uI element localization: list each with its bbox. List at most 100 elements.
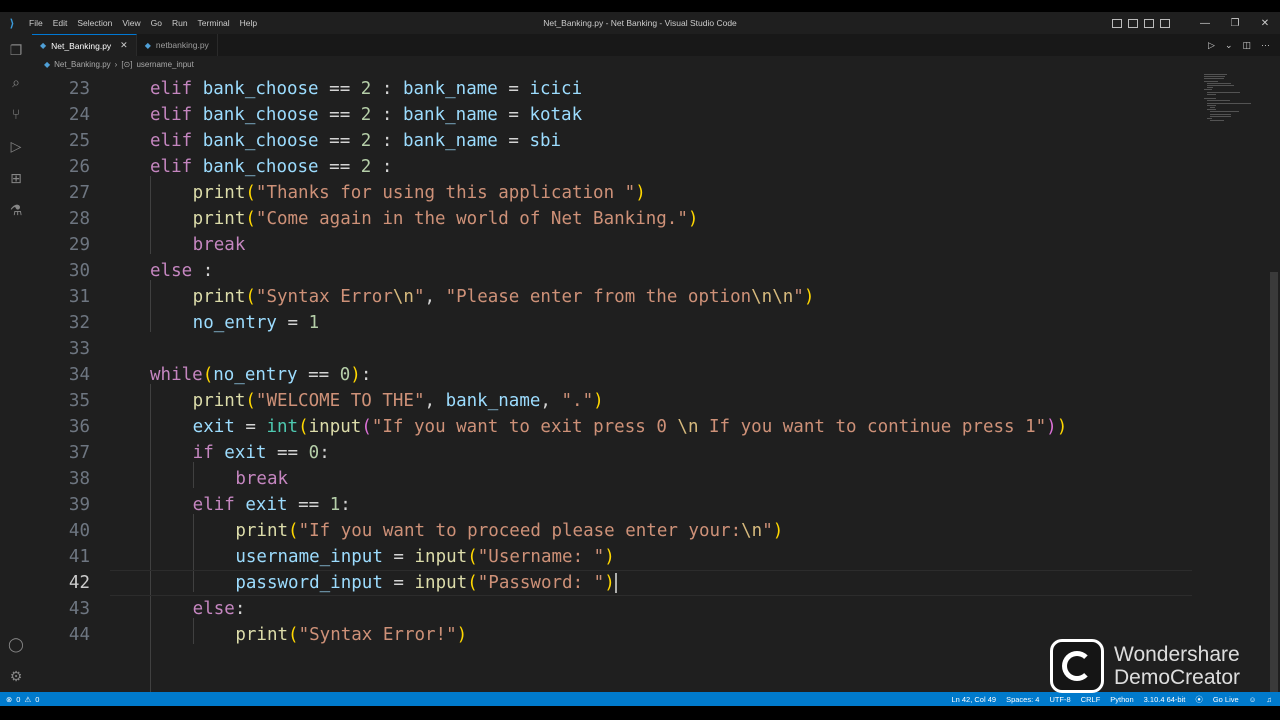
python-file-icon: ◆: [40, 41, 47, 50]
code-line[interactable]: 26 elif bank_choose == 2 :: [32, 154, 1198, 180]
warning-icon: ⚠: [24, 694, 32, 704]
encoding[interactable]: UTF-8: [1049, 695, 1070, 704]
line-number: 28: [68, 209, 90, 229]
variable-symbol-icon: [⊙]: [121, 59, 133, 69]
status-bar: ⊗ 0 ⚠ 0 Ln 42, Col 49 Spaces: 4 UTF-8 CR…: [0, 692, 1280, 706]
code-editor[interactable]: 23 elif bank_choose == 2 : bank_name = ic…: [32, 72, 1198, 692]
indentation[interactable]: Spaces: 4: [1006, 695, 1039, 704]
minimap-line: [1204, 98, 1216, 100]
code-text: else:: [192, 599, 246, 619]
more-actions-icon[interactable]: ···: [1261, 40, 1270, 50]
democreator-watermark: Wondershare DemoCreator: [1050, 638, 1275, 694]
code-line[interactable]: 35 print("WELCOME TO THE", bank_name, "."…: [32, 388, 1198, 414]
chevron-down-icon[interactable]: ⌄: [1225, 40, 1233, 51]
source-control-icon[interactable]: ⑂: [0, 98, 32, 130]
code-line[interactable]: 25 elif bank_choose == 2 : bank_name = sb…: [32, 128, 1198, 154]
restore-icon[interactable]: ❐: [1220, 18, 1250, 29]
menu-go[interactable]: Go: [146, 18, 167, 28]
vertical-scrollbar[interactable]: [1268, 72, 1280, 692]
extensions-icon[interactable]: ⊞: [0, 162, 32, 194]
minimap[interactable]: [1198, 72, 1268, 692]
title-bar: ⟩ File Edit Selection View Go Run Termin…: [0, 12, 1280, 34]
code-line[interactable]: 39 elif exit == 1:: [32, 492, 1198, 518]
problems-indicator[interactable]: ⊗ 0 ⚠ 0: [0, 695, 39, 704]
code-line[interactable]: 34 while(no_entry == 0):: [32, 362, 1198, 388]
tab-netbanking[interactable]: ◆ netbanking.py: [136, 34, 218, 56]
run-debug-icon[interactable]: ▷: [0, 130, 32, 162]
scrollbar-thumb[interactable]: [1270, 272, 1278, 692]
account-icon[interactable]: ◯: [0, 628, 32, 660]
end-of-line[interactable]: CRLF: [1081, 695, 1101, 704]
code-line[interactable]: 43 else:: [32, 596, 1198, 622]
code-text: print("WELCOME TO THE", bank_name, "."): [192, 391, 604, 411]
minimize-icon[interactable]: —: [1190, 18, 1220, 29]
menu-terminal[interactable]: Terminal: [193, 18, 235, 28]
minimap-line: [1207, 102, 1251, 104]
close-tab-icon[interactable]: ✕: [120, 40, 128, 51]
line-number: 44: [68, 625, 90, 645]
toggle-sidebar-icon[interactable]: [1112, 18, 1122, 28]
line-number: 36: [68, 417, 90, 437]
breadcrumb-file[interactable]: Net_Banking.py: [54, 60, 110, 69]
code-line[interactable]: 44 print("Syntax Error!"): [32, 622, 1198, 648]
tab-net-banking[interactable]: ◆ Net_Banking.py ✕: [32, 34, 137, 56]
tab-label: netbanking.py: [155, 40, 209, 50]
menu-view[interactable]: View: [117, 18, 145, 28]
code-line[interactable]: 28 print("Come again in the world of Net …: [32, 206, 1198, 232]
code-line[interactable]: 24 elif bank_choose == 2 : bank_name = ko…: [32, 102, 1198, 128]
code-text: elif bank_choose == 2 : bank_name = kota…: [150, 105, 583, 125]
customize-layout-icon[interactable]: [1160, 18, 1170, 28]
code-text: username_input = input("Username: "): [235, 547, 615, 567]
menu-run[interactable]: Run: [167, 18, 193, 28]
breadcrumb-symbol[interactable]: username_input: [136, 60, 193, 69]
code-line[interactable]: 32 no_entry = 1: [32, 310, 1198, 336]
notifications-bell-icon[interactable]: ♫: [1266, 695, 1272, 704]
minimap-line: [1210, 113, 1231, 115]
tab-label: Net_Banking.py: [51, 40, 112, 51]
vscode-logo-icon: ⟩: [9, 17, 15, 30]
python-file-icon: ◆: [44, 59, 51, 69]
watermark-line2: DemoCreator: [1114, 666, 1241, 689]
code-line[interactable]: 41 username_input = input("Username: "): [32, 544, 1198, 570]
split-editor-icon[interactable]: ◫: [1242, 40, 1251, 51]
code-line[interactable]: 40 print("If you want to proceed please e…: [32, 518, 1198, 544]
close-icon[interactable]: ✕: [1250, 18, 1280, 29]
code-line[interactable]: 37 if exit == 0:: [32, 440, 1198, 466]
menu-edit[interactable]: Edit: [48, 18, 73, 28]
explorer-icon[interactable]: ❐: [0, 34, 32, 66]
minimap-line: [1207, 104, 1216, 106]
search-icon[interactable]: ⌕: [0, 66, 32, 98]
feedback-icon[interactable]: ☺: [1249, 695, 1257, 704]
window-controls: — ❐ ✕: [1190, 12, 1280, 34]
layout-controls: [1112, 12, 1170, 34]
language-mode[interactable]: Python: [1110, 695, 1133, 704]
code-line[interactable]: 30 else :: [32, 258, 1198, 284]
code-line[interactable]: 36 exit = int(input("If you want to exit …: [32, 414, 1198, 440]
cursor-position[interactable]: Ln 42, Col 49: [951, 695, 996, 704]
menu-selection[interactable]: Selection: [72, 18, 117, 28]
editor-actions: ▷ ⌄ ◫ ···: [1208, 34, 1270, 56]
minimap-line: [1210, 111, 1239, 113]
toggle-panel-icon[interactable]: [1128, 18, 1138, 28]
code-line[interactable]: 23 elif bank_choose == 2 : bank_name = ic…: [32, 76, 1198, 102]
go-live-button[interactable]: Go Live: [1213, 695, 1239, 704]
minimap-line: [1207, 100, 1230, 102]
code-line[interactable]: 38 break: [32, 466, 1198, 492]
code-line[interactable]: 27 print("Thanks for using this applicati…: [32, 180, 1198, 206]
code-line[interactable]: 33: [32, 336, 1198, 362]
run-python-file-icon[interactable]: ▷: [1208, 40, 1215, 51]
testing-icon[interactable]: ⚗: [0, 194, 32, 226]
toggle-secondary-sidebar-icon[interactable]: [1144, 18, 1154, 28]
code-text: print("Come again in the world of Net Ba…: [192, 209, 699, 229]
code-line[interactable]: 29 break: [32, 232, 1198, 258]
code-text: print("Syntax Error!"): [235, 625, 468, 645]
line-number: 43: [68, 599, 90, 619]
code-line[interactable]: 31 print("Syntax Error\n", "Please enter …: [32, 284, 1198, 310]
settings-gear-icon[interactable]: ⚙: [0, 660, 32, 692]
python-interpreter[interactable]: 3.10.4 64-bit: [1144, 695, 1186, 704]
code-text: break: [192, 235, 246, 255]
menu-help[interactable]: Help: [235, 18, 262, 28]
menu-file[interactable]: File: [24, 18, 48, 28]
line-number: 27: [68, 183, 90, 203]
code-line[interactable]: 42 password_input = input("Password: "): [32, 570, 1198, 596]
